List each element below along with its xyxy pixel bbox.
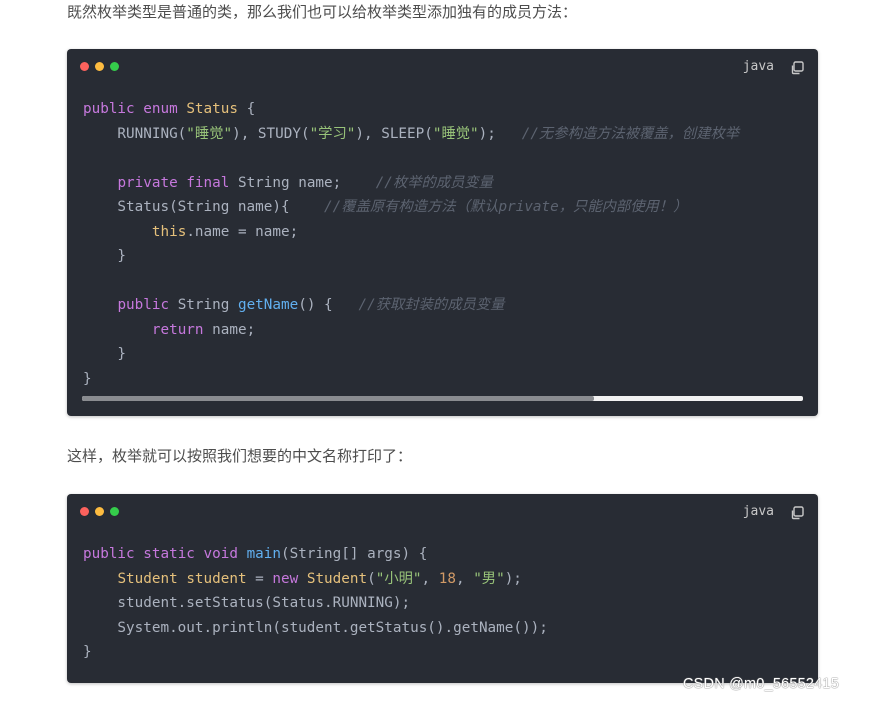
language-label: java	[742, 59, 774, 74]
code-line: private final String name; //枚举的成员变量	[117, 174, 493, 191]
code-line: public static void main(String[] args) {	[83, 546, 428, 562]
code-line: RUNNING("睡觉"), STUDY("学习"), SLEEP("睡觉");…	[83, 125, 740, 142]
scrollbar-thumb[interactable]	[82, 396, 594, 401]
code-content[interactable]: public enum Status { RUNNING("睡觉"), STUD…	[83, 97, 739, 391]
code-line: this.name = name;	[151, 223, 299, 240]
green-dot-icon	[110, 62, 119, 71]
result-paragraph: 这样，枚举就可以按照我们想要的中文名称打印了：	[67, 447, 413, 465]
code-line: return name;	[151, 321, 256, 338]
yellow-dot-icon	[95, 507, 104, 516]
code-line: student.setStatus(Status.RUNNING);	[83, 595, 411, 611]
code-line: public String getName() { //获取封装的成员变量	[117, 297, 505, 313]
code-line: System.out.println(student.getStatus().g…	[83, 619, 548, 636]
copy-icon[interactable]	[789, 60, 805, 76]
code-line: }	[83, 346, 127, 362]
code-line: }	[83, 248, 127, 264]
code-line: }	[83, 644, 92, 660]
green-dot-icon	[110, 507, 119, 516]
code-block-enum: java public enum Status { RUNNING("睡觉"),…	[67, 49, 818, 416]
intro-paragraph: 既然枚举类型是普通的类，那么我们也可以给枚举类型添加独有的成员方法：	[67, 3, 578, 21]
code-content[interactable]: public static void main(String[] args) {…	[83, 542, 548, 665]
red-dot-icon	[80, 507, 89, 516]
code-line: Student student = new Student("小明", 18, …	[117, 570, 522, 587]
yellow-dot-icon	[95, 62, 104, 71]
window-controls	[80, 507, 119, 516]
csdn-watermark: CSDN @m0_56552415	[683, 676, 839, 692]
copy-icon[interactable]	[789, 505, 805, 521]
code-line: public enum Status {	[83, 101, 256, 117]
window-controls	[80, 62, 119, 71]
code-block-main: java public static void main(String[] ar…	[67, 494, 818, 683]
red-dot-icon	[80, 62, 89, 71]
horizontal-scrollbar[interactable]	[82, 396, 803, 401]
code-line: }	[83, 370, 92, 387]
code-line: Status(String name){ //覆盖原有构造方法（默认privat…	[83, 199, 688, 215]
language-label: java	[742, 504, 774, 519]
